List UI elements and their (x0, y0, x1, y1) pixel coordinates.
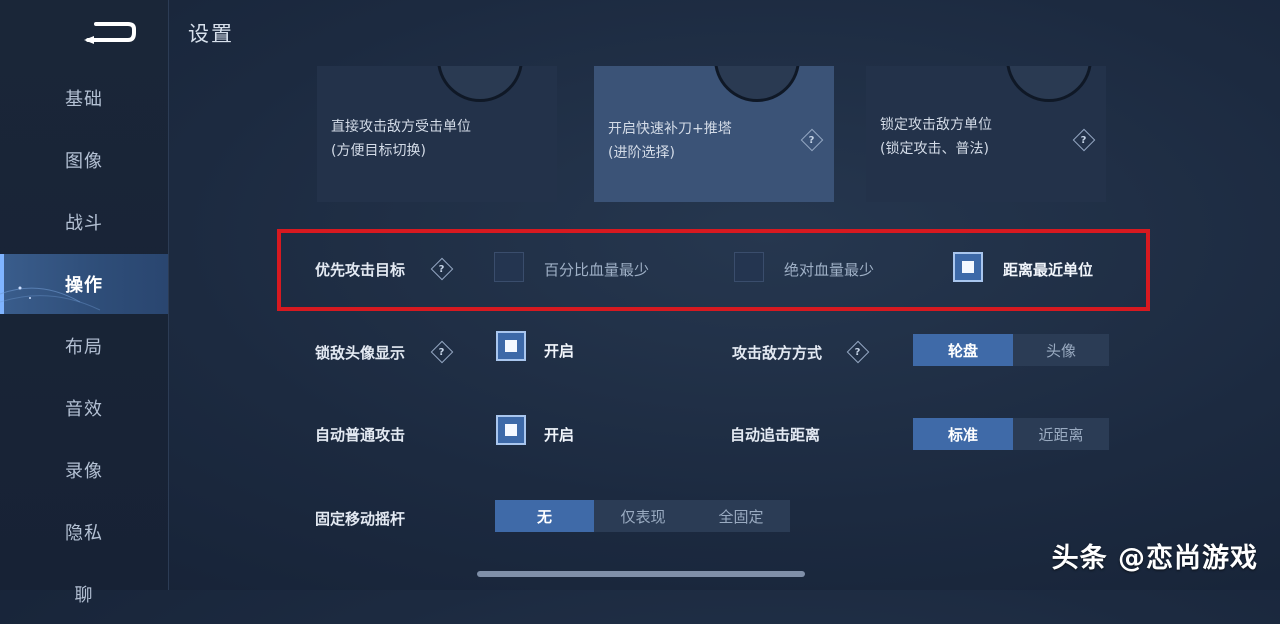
priority-nearest-checkbox[interactable] (953, 252, 983, 282)
priority-absolute-hp-checkbox[interactable] (734, 252, 764, 282)
auto-attack-checkbox[interactable] (496, 415, 526, 445)
watermark: 头条 @恋尚游戏 (1051, 543, 1258, 574)
sidebar-item-basic[interactable]: 基础 (0, 68, 168, 128)
attack-mode-avatar[interactable]: 头像 (1013, 334, 1109, 366)
sidebar-item-controls[interactable]: 操作 (0, 254, 168, 314)
lock-avatar-option: 开启 (544, 342, 575, 360)
attack-mode-card-direct[interactable]: 直接攻击敌方受击单位 (方便目标切换) (317, 66, 557, 202)
lock-avatar-label: 锁敌头像显示 (315, 344, 406, 362)
attack-mode-card-quick[interactable]: 开启快速补刀+推塔 (进阶选择) ? (594, 66, 834, 202)
auto-attack-label: 自动普通攻击 (315, 426, 406, 444)
joystick-fully-fixed[interactable]: 全固定 (692, 500, 790, 532)
help-icon[interactable]: ? (846, 340, 870, 364)
back-arrow-icon (84, 22, 136, 44)
sidebar-item-privacy[interactable]: 隐私 (0, 502, 168, 562)
attack-mode-wheel[interactable]: 轮盘 (913, 334, 1013, 366)
fixed-joystick-label: 固定移动摇杆 (315, 510, 406, 528)
auto-attack-option: 开启 (544, 426, 575, 444)
page-title: 设置 (188, 22, 234, 46)
priority-target-label: 优先攻击目标 (315, 261, 406, 279)
priority-absolute-hp-label: 绝对血量最少 (784, 261, 875, 279)
priority-percent-hp-label: 百分比血量最少 (544, 261, 650, 279)
auto-chase-label: 自动追击距离 (730, 426, 821, 444)
attack-mode-card-lock[interactable]: 锁定攻击敌方单位 (锁定攻击、普法) ? (866, 66, 1106, 202)
sidebar-item-chat[interactable]: 聊 (0, 564, 168, 624)
joystick-visual-only[interactable]: 仅表现 (594, 500, 692, 532)
joystick-none[interactable]: 无 (495, 500, 594, 532)
sidebar-item-layout[interactable]: 布局 (0, 316, 168, 376)
scrollbar[interactable] (477, 571, 805, 577)
lock-avatar-checkbox[interactable] (496, 331, 526, 361)
attack-mode-segmented: 轮盘 头像 (913, 334, 1109, 366)
help-icon[interactable]: ? (800, 128, 824, 152)
sidebar-divider (168, 0, 169, 590)
sidebar-item-sound[interactable]: 音效 (0, 378, 168, 438)
sidebar-item-replay[interactable]: 录像 (0, 440, 168, 500)
fixed-joystick-segmented: 无 仅表现 全固定 (495, 500, 790, 532)
attack-mode-label: 攻击敌方方式 (732, 344, 823, 362)
help-icon[interactable]: ? (430, 340, 454, 364)
sidebar-item-image[interactable]: 图像 (0, 130, 168, 190)
priority-nearest-label: 距离最近单位 (1003, 261, 1094, 279)
sidebar-item-battle[interactable]: 战斗 (0, 192, 168, 252)
priority-percent-hp-checkbox[interactable] (494, 252, 524, 282)
joystick-icon (714, 66, 800, 102)
auto-chase-standard[interactable]: 标准 (913, 418, 1013, 450)
auto-chase-near[interactable]: 近距离 (1013, 418, 1109, 450)
sidebar: 基础 图像 战斗 操作 布局 音效 录像 隐私 聊 (0, 0, 168, 606)
auto-chase-segmented: 标准 近距离 (913, 418, 1109, 450)
back-button[interactable] (80, 18, 138, 48)
joystick-icon (1006, 66, 1092, 102)
help-icon[interactable]: ? (1072, 128, 1096, 152)
joystick-icon (437, 66, 523, 102)
